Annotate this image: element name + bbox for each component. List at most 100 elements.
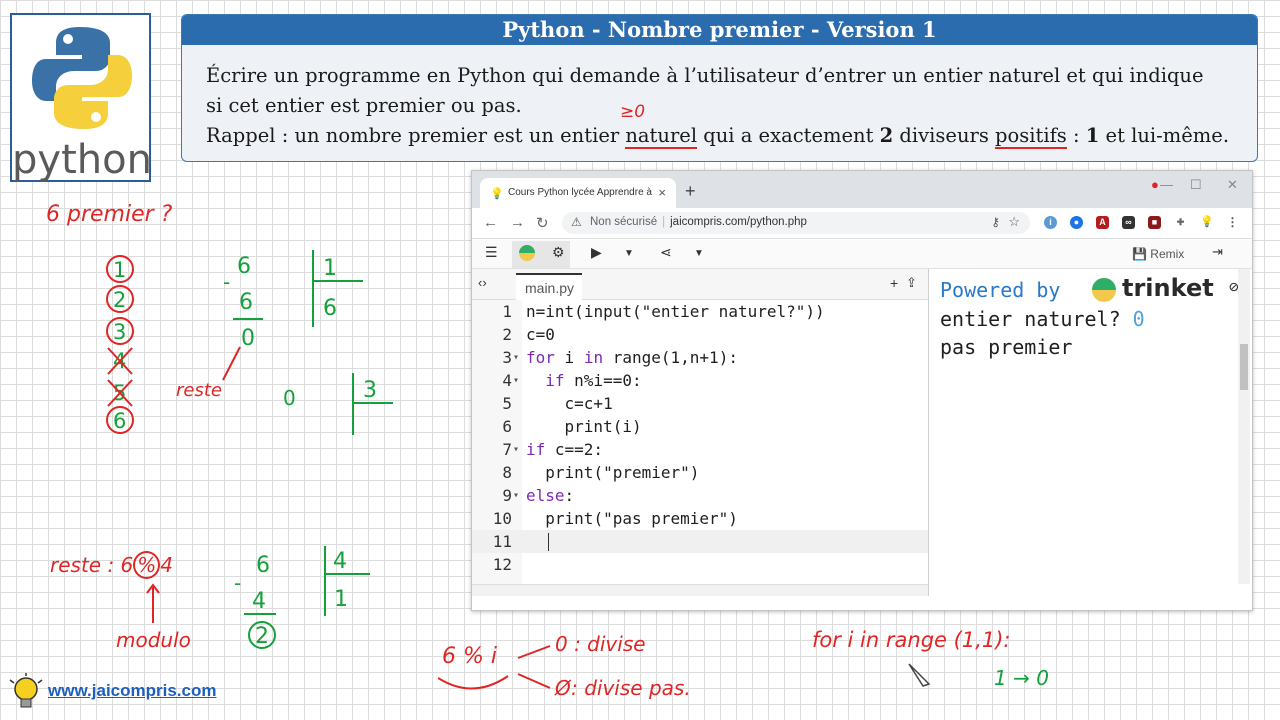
note-reste: reste bbox=[176, 380, 222, 401]
svg-text:2: 2 bbox=[113, 288, 126, 312]
output-result-line: pas premier bbox=[940, 335, 1073, 359]
lightbulb-icon: 💡 bbox=[490, 188, 504, 200]
fold-arrow-icon[interactable]: ▾ bbox=[513, 346, 519, 369]
menu-kebab-icon[interactable]: ⋮ bbox=[1226, 216, 1239, 229]
editor-tabs: ‹› main.py + ⇪ bbox=[472, 269, 928, 300]
fold-arrow-icon[interactable]: ▾ bbox=[513, 484, 519, 507]
browser-window: 💡 Cours Python lycée Apprendre à × + ● —… bbox=[471, 170, 1253, 611]
svg-text:-: - bbox=[234, 571, 241, 595]
note-zero-divise: 0 : divise bbox=[555, 632, 646, 656]
back-icon[interactable]: ← bbox=[483, 214, 498, 231]
code-text: print("premier") bbox=[545, 463, 700, 482]
divisor-list-drawing: 1 2 3 4 5 6 bbox=[106, 255, 134, 434]
run-options-chevron-icon[interactable]: ▼ bbox=[624, 248, 634, 259]
fold-arrow-icon[interactable]: ▾ bbox=[513, 369, 519, 392]
red-extension-icon[interactable]: ■ bbox=[1148, 216, 1161, 229]
code-text: print("pas premier") bbox=[545, 509, 738, 528]
bookmark-star-icon[interactable]: ☆ bbox=[1008, 214, 1020, 230]
note-divise-pas: Ø: divise pas. bbox=[555, 676, 691, 700]
reload-icon[interactable]: ↻ bbox=[536, 214, 549, 232]
trinket-logo-icon[interactable] bbox=[516, 244, 538, 265]
code-line[interactable]: 7 ▾ if c==2: bbox=[472, 438, 928, 461]
python-snakes-icon bbox=[32, 27, 132, 129]
output-console: Powered by trinket ⊘ entier naturel? 0 p… bbox=[930, 269, 1252, 596]
code-lines[interactable]: 1 n=int(input("entier naturel?")) 2 c=0 3 ▾ fo… bbox=[472, 300, 928, 576]
line-number: 9 bbox=[502, 486, 512, 505]
run-button[interactable]: ▶ bbox=[591, 244, 602, 261]
svg-text:4: 4 bbox=[333, 549, 347, 574]
two-highlight: 2 bbox=[879, 124, 894, 147]
toggle-fullscreen-icon[interactable]: ‹› bbox=[478, 275, 487, 290]
code-line[interactable]: 10 print("pas premier") bbox=[472, 507, 928, 530]
exercise-line-3: Rappel : un nombre premier est un entier… bbox=[206, 124, 1230, 149]
new-tab-button[interactable]: + bbox=[685, 181, 696, 202]
puzzle-extension-icon[interactable]: ✚ bbox=[1174, 216, 1187, 229]
code-editor[interactable]: ‹› main.py + ⇪ 1 n=int(input("entier natu… bbox=[472, 269, 929, 596]
file-tab-main[interactable]: main.py bbox=[516, 273, 582, 300]
division-drawing-1: 6 - 6 0 1 6 0 3 bbox=[222, 250, 393, 435]
code-line[interactable]: 1 n=int(input("entier naturel?")) bbox=[472, 300, 928, 323]
info-extension-icon[interactable]: i bbox=[1044, 216, 1057, 229]
code-line[interactable]: 5 c=c+1 bbox=[472, 392, 928, 415]
code-line[interactable]: 3 ▾ for i in range(1,n+1): bbox=[472, 346, 928, 369]
browser-tab[interactable]: 💡 Cours Python lycée Apprendre à × bbox=[480, 178, 676, 208]
code-line[interactable]: 12 bbox=[472, 553, 928, 576]
upload-icon[interactable]: ⇪ bbox=[906, 275, 917, 291]
code-line[interactable]: 6 print(i) bbox=[472, 415, 928, 438]
site-link[interactable]: www.jaicompris.com bbox=[48, 681, 216, 701]
blue-extension-icon[interactable]: ● bbox=[1070, 216, 1083, 229]
scroll-thumb[interactable] bbox=[1240, 344, 1248, 390]
pointer-cursor-icon bbox=[908, 663, 931, 687]
python-wordmark: python bbox=[12, 137, 152, 183]
login-icon[interactable]: ⇥ bbox=[1212, 244, 1223, 260]
note-six-premier: 6 premier ? bbox=[46, 202, 173, 227]
vertical-scrollbar[interactable] bbox=[1238, 269, 1250, 584]
svg-text:6: 6 bbox=[237, 254, 251, 279]
python-mode-icon[interactable]: ⚙ bbox=[552, 244, 565, 261]
address-bar-row: ← → ↻ ⚠ Non sécurisé | jaicompris.com/pyth… bbox=[472, 208, 1252, 239]
url-input[interactable]: ⚠ Non sécurisé | jaicompris.com/python.php… bbox=[562, 212, 1030, 234]
svg-text:4: 4 bbox=[252, 589, 266, 614]
svg-text:0: 0 bbox=[283, 386, 296, 410]
note-one-arrow-zero: 1 → 0 bbox=[994, 666, 1049, 690]
forward-icon[interactable]: → bbox=[510, 214, 525, 231]
output-prompt-line: entier naturel? 0 bbox=[940, 307, 1145, 331]
horizontal-scrollbar[interactable] bbox=[472, 584, 928, 596]
text-cursor bbox=[548, 533, 549, 551]
key-icon[interactable]: ⚷ bbox=[991, 215, 1000, 229]
code-line[interactable]: 9 ▾ else: bbox=[472, 484, 928, 507]
svg-text:6: 6 bbox=[239, 290, 253, 315]
line-number: 5 bbox=[502, 394, 512, 413]
remix-button[interactable]: 💾 Remix bbox=[1132, 247, 1184, 261]
code-line[interactable]: 2 c=0 bbox=[472, 323, 928, 346]
exercise-line-2: si cet entier est premier ou pas. bbox=[206, 94, 522, 117]
maximize-button[interactable]: ☐ bbox=[1190, 177, 1202, 193]
add-file-icon[interactable]: + bbox=[890, 275, 898, 291]
pdf-extension-icon[interactable]: A bbox=[1096, 216, 1109, 229]
lightbulb-logo-icon bbox=[9, 673, 43, 708]
svg-text:3: 3 bbox=[363, 378, 377, 403]
code-line[interactable]: 4 ▾ if n%i==0: bbox=[472, 369, 928, 392]
line-number: 7 bbox=[502, 440, 512, 459]
svg-text:2: 2 bbox=[255, 624, 269, 649]
svg-text:6: 6 bbox=[256, 553, 270, 578]
word-positifs: positifs bbox=[995, 124, 1067, 149]
close-window-button[interactable]: ✕ bbox=[1227, 177, 1238, 193]
fold-arrow-icon[interactable]: ▾ bbox=[513, 438, 519, 461]
bulb-extension-icon[interactable]: 💡 bbox=[1200, 216, 1214, 229]
code-text: c=0 bbox=[526, 325, 555, 344]
note-reste-modulo: reste : 6% 4 bbox=[50, 551, 174, 579]
exercise-line-1: Écrire un programme en Python qui demand… bbox=[206, 64, 1204, 87]
svg-text:0: 0 bbox=[241, 326, 255, 351]
menu-icon[interactable]: ☰ bbox=[485, 244, 498, 261]
minimize-button[interactable]: — bbox=[1160, 177, 1173, 192]
glasses-extension-icon[interactable]: ∞ bbox=[1122, 216, 1135, 229]
line-number: 10 bbox=[492, 509, 512, 528]
share-icon[interactable]: ⋖ bbox=[660, 244, 672, 261]
svg-text:-: - bbox=[223, 270, 230, 294]
code-line[interactable]: 8 print("premier") bbox=[472, 461, 928, 484]
code-line[interactable]: 11 bbox=[472, 530, 928, 553]
share-options-chevron-icon[interactable]: ▼ bbox=[694, 248, 704, 259]
close-tab-icon[interactable]: × bbox=[658, 185, 666, 200]
division-drawing-2: 6 - 4 2 4 1 bbox=[234, 546, 370, 649]
